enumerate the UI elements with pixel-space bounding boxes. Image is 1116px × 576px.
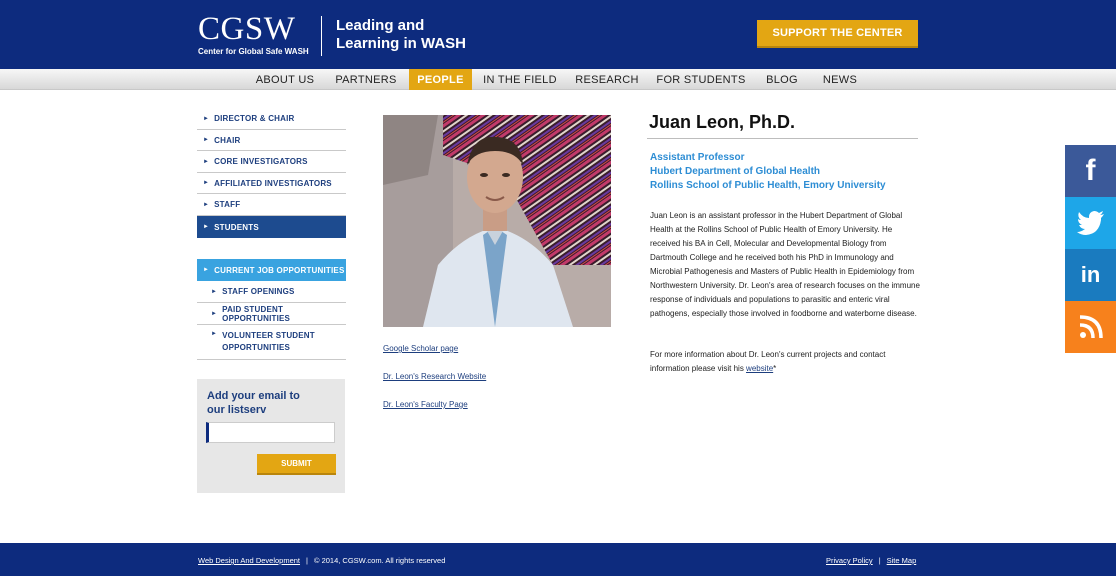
- more-info-suffix: *: [773, 364, 777, 373]
- sidebar-item-affiliated-investigators[interactable]: ► AFFILIATED INVESTIGATORS: [197, 173, 346, 194]
- cgsw-logo[interactable]: CGSW Center for Global Safe WASH: [198, 12, 309, 57]
- profile-name: Juan Leon, Ph.D.: [649, 112, 796, 132]
- twitter-bird-icon: [1076, 211, 1104, 235]
- arrow-right-icon: ►: [211, 310, 218, 317]
- footer-separator: |: [878, 556, 881, 565]
- sidebar-item-students[interactable]: ► STUDENTS: [197, 216, 346, 238]
- support-the-center-button[interactable]: SUPPORT THE CENTER: [757, 20, 918, 48]
- sidebar-item-label: STUDENTS: [214, 222, 259, 232]
- footer-right: Privacy Policy | Site Map: [826, 556, 916, 565]
- arrow-right-icon: ►: [211, 288, 218, 295]
- logo-divider: [321, 16, 322, 56]
- listserv-title: Add your email to our listserv: [207, 389, 300, 417]
- nav-partners[interactable]: PARTNERS: [330, 69, 402, 90]
- logo-text: CGSW: [198, 11, 296, 47]
- privacy-policy-link[interactable]: Privacy Policy: [826, 556, 873, 565]
- facebook-button[interactable]: f: [1065, 145, 1116, 197]
- more-info-paragraph: For more information about Dr. Leon's cu…: [650, 348, 922, 376]
- site-tagline: Leading and Learning in WASH: [336, 17, 466, 53]
- email-field[interactable]: [206, 422, 335, 443]
- sidebar-item-paid-student-opportunities[interactable]: ► PAID STUDENT OPPORTUNITIES: [197, 303, 346, 325]
- nav-blog[interactable]: BLOG: [757, 69, 807, 90]
- sidebar-item-label: CURRENT JOB OPPORTUNITIES: [214, 265, 345, 275]
- sidebar-item-label: DIRECTOR & CHAIR: [214, 114, 295, 123]
- profile-title-department: Hubert Department of Global Health: [650, 166, 821, 177]
- arrow-right-icon: ►: [203, 158, 210, 165]
- rss-button[interactable]: [1065, 301, 1116, 353]
- site-footer: Web Design And Development | © 2014, CGS…: [0, 543, 1116, 576]
- website-link[interactable]: website: [746, 364, 773, 373]
- profile-title-school: Rollins School of Public Health, Emory U…: [650, 180, 886, 191]
- sidebar-item-label: CORE INVESTIGATORS: [214, 157, 308, 166]
- sidebar-item-core-investigators[interactable]: ► CORE INVESTIGATORS: [197, 151, 346, 173]
- tagline-line-2: Learning in WASH: [336, 35, 467, 52]
- site-header: CGSW Center for Global Safe WASH Leading…: [0, 0, 1116, 69]
- sidebar-item-staff-openings[interactable]: ► STAFF OPENINGS: [197, 281, 346, 303]
- profile-photo-illustration: [383, 115, 611, 327]
- sidebar-item-chair[interactable]: ► CHAIR: [197, 130, 346, 151]
- main-nav: ABOUT US PARTNERS PEOPLE IN THE FIELD RE…: [0, 69, 1116, 90]
- tagline-line-1: Leading and: [336, 17, 425, 34]
- site-map-link[interactable]: Site Map: [887, 556, 917, 565]
- sidebar-item-label: STAFF OPENINGS: [222, 287, 295, 296]
- copyright-text: © 2014, CGSW.com. All rights reserved: [313, 556, 446, 565]
- nav-about-us[interactable]: ABOUT US: [247, 69, 323, 90]
- linkedin-button[interactable]: in: [1065, 249, 1116, 301]
- name-divider: [647, 138, 918, 139]
- listserv-signup: Add your email to our listserv SUBMIT: [197, 379, 345, 493]
- sidebar-item-label: VOLUNTEER STUDENT OPPORTUNITIES: [222, 331, 315, 352]
- research-website-link[interactable]: Dr. Leon's Research Website: [383, 372, 486, 381]
- linkedin-icon: in: [1080, 262, 1101, 287]
- sidebar-item-label: PAID STUDENT OPPORTUNITIES: [222, 304, 291, 323]
- nav-people[interactable]: PEOPLE: [409, 69, 472, 90]
- profile-title-position: Assistant Professor: [650, 152, 745, 163]
- google-scholar-link[interactable]: Google Scholar page: [383, 344, 458, 353]
- logo-subtitle: Center for Global Safe WASH: [198, 47, 309, 56]
- web-design-link[interactable]: Web Design And Development: [198, 556, 300, 565]
- arrow-right-icon: ►: [211, 331, 218, 337]
- sidebar-item-director-chair[interactable]: ► DIRECTOR & CHAIR: [197, 108, 346, 130]
- arrow-right-icon: ►: [203, 267, 210, 273]
- nav-research[interactable]: RESEARCH: [570, 69, 644, 90]
- submit-button[interactable]: SUBMIT: [257, 454, 336, 475]
- listserv-title-line-1: Add your email to: [207, 390, 300, 402]
- nav-news[interactable]: NEWS: [815, 69, 865, 90]
- sidebar-item-volunteer-student-opportunities[interactable]: ► VOLUNTEER STUDENT OPPORTUNITIES: [197, 325, 346, 360]
- arrow-right-icon: ►: [203, 115, 210, 122]
- sidebar-item-label: CHAIR: [214, 135, 241, 145]
- profile-bio: Juan Leon is an assistant professor in t…: [650, 211, 920, 318]
- footer-separator: |: [306, 556, 308, 565]
- arrow-right-icon: ►: [203, 201, 210, 208]
- nav-in-the-field[interactable]: IN THE FIELD: [479, 69, 561, 90]
- arrow-right-icon: ►: [203, 180, 210, 186]
- footer-left: Web Design And Development | © 2014, CGS…: [198, 556, 445, 565]
- sidebar-item-staff[interactable]: ► STAFF: [197, 194, 346, 216]
- profile-photo: [383, 115, 611, 327]
- nav-for-students[interactable]: FOR STUDENTS: [654, 69, 748, 90]
- page: CGSW Center for Global Safe WASH Leading…: [0, 0, 1116, 576]
- twitter-button[interactable]: [1065, 197, 1116, 249]
- rss-icon: [1079, 315, 1103, 339]
- sidebar-current-job-opportunities[interactable]: ► CURRENT JOB OPPORTUNITIES: [197, 259, 346, 281]
- sidebar-item-label: AFFILIATED INVESTIGATORS: [214, 178, 332, 188]
- listserv-title-line-2: our listserv: [207, 404, 267, 416]
- facebook-icon: f: [1085, 154, 1096, 187]
- arrow-right-icon: ►: [203, 137, 210, 143]
- faculty-page-link[interactable]: Dr. Leon's Faculty Page: [383, 400, 468, 409]
- sidebar-item-label: STAFF: [214, 200, 241, 209]
- arrow-right-icon: ►: [203, 224, 210, 230]
